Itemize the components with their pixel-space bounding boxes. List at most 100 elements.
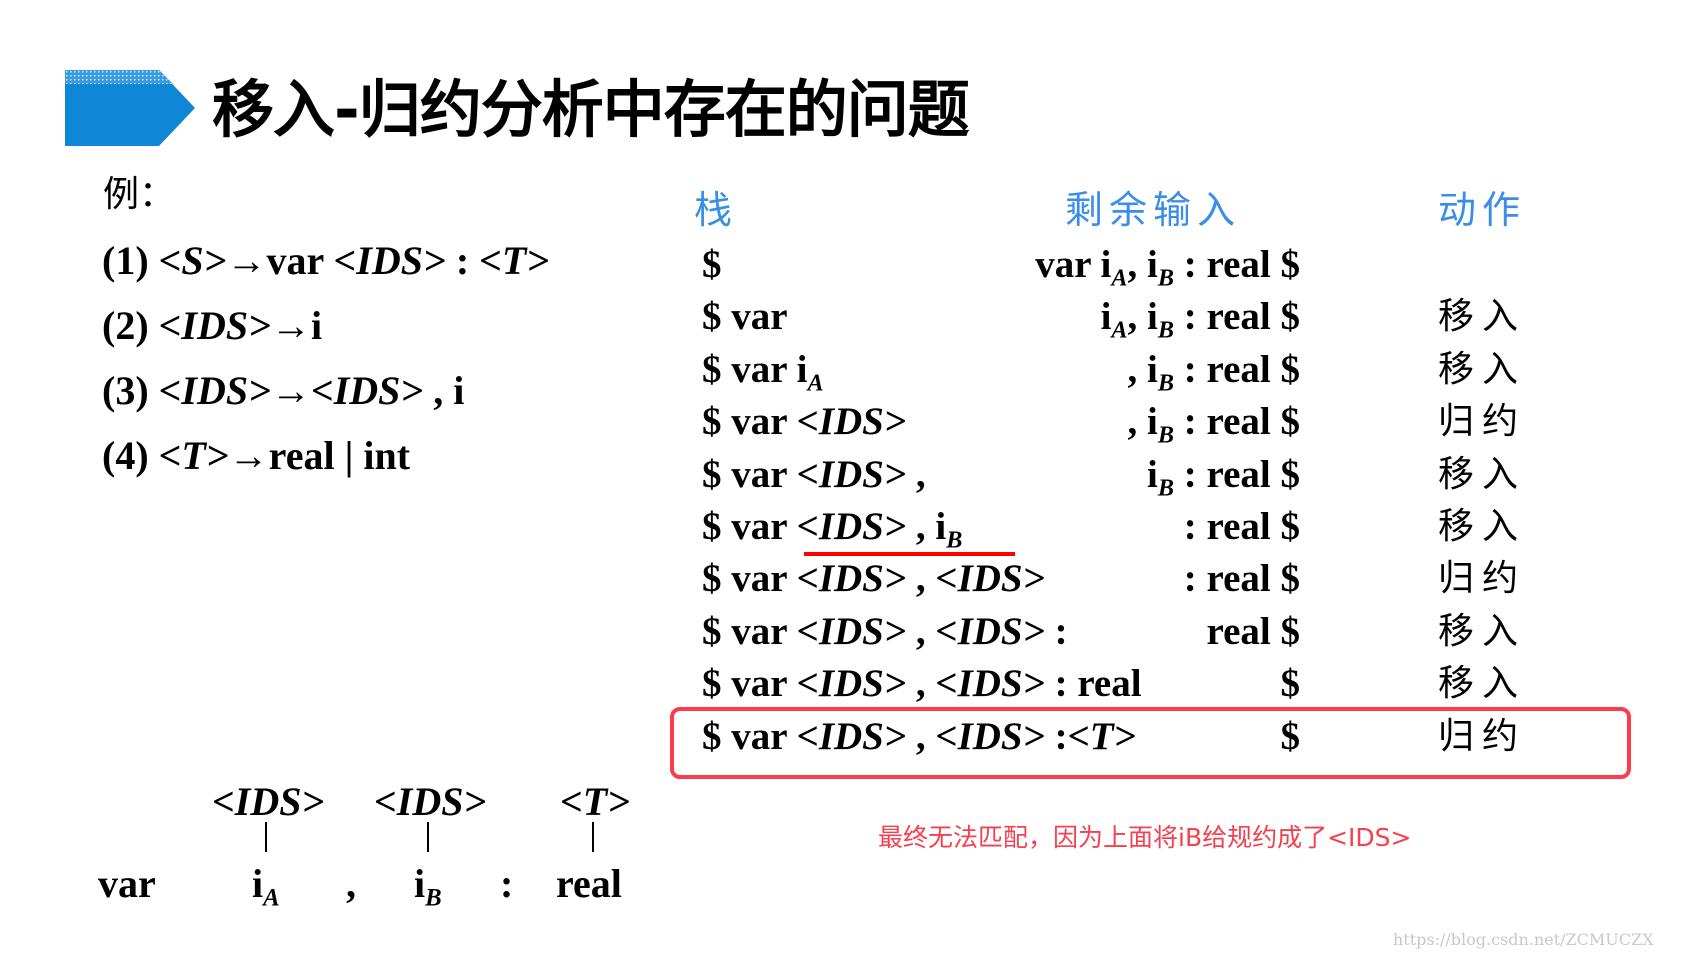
nonterminal: <T> — [158, 433, 229, 478]
action-cell: 移入 — [1438, 506, 1527, 547]
terminal-text: $ var — [702, 662, 797, 706]
terminal-text: : real $ — [1174, 243, 1300, 286]
grammar-rule: (3) <IDS>→<IDS> , i — [102, 366, 464, 416]
terminal-text: $ — [702, 243, 722, 286]
terminal-text: , i — [1127, 295, 1158, 339]
terminal-text: → — [270, 368, 311, 413]
subscript: B — [1157, 369, 1174, 397]
terminal-text: i — [310, 303, 323, 348]
terminal-text: (3) — [102, 368, 159, 413]
terminal-text: → — [270, 303, 311, 348]
stack-cell: $ var <IDS> , <IDS> — [702, 555, 1045, 603]
nonterminal: <IDS> — [796, 557, 907, 601]
action-cell: 移入 — [1438, 348, 1527, 390]
subscript: A — [1111, 264, 1128, 292]
nonterminal: <IDS> — [158, 303, 271, 348]
tree-edge — [592, 822, 594, 852]
stack-cell: $ var <IDS> , <IDS> : — [702, 608, 1068, 656]
terminal-text: $ var — [702, 609, 797, 653]
terminal-text: , i — [1127, 243, 1158, 286]
tree-leaf: , — [346, 860, 356, 908]
terminal-text: : real $ — [1183, 557, 1300, 601]
terminal-text: , i — [1127, 347, 1158, 391]
terminal-text: : — [500, 861, 514, 906]
action-cell: 移入 — [1438, 663, 1527, 705]
remaining-input-cell: : real $ — [1184, 503, 1300, 551]
terminal-text: var i — [1035, 243, 1112, 286]
stack-cell: $ var iA — [702, 346, 824, 397]
terminal-text: real — [556, 861, 622, 906]
terminal-text: $ var — [702, 557, 797, 601]
terminal-text: : — [445, 238, 480, 283]
terminal-text: var — [98, 861, 156, 906]
grammar-rule: (4) <T>→real | int — [102, 431, 410, 481]
nonterminal: <IDS> — [935, 557, 1045, 601]
annotation-note: 最终无法匹配，因为上面将iB给规约成了<IDS> — [878, 823, 1412, 852]
nonterminal: <IDS> — [935, 609, 1045, 653]
terminal-text: : real — [1044, 662, 1142, 706]
stack-cell: $ var <IDS> — [702, 398, 906, 446]
nonterminal: <T> — [479, 238, 550, 283]
action-cell: 移入 — [1438, 610, 1527, 652]
subscript: B — [1157, 474, 1174, 502]
terminal-text: $ var — [702, 452, 797, 496]
remaining-input-cell: , iB : real $ — [1127, 346, 1300, 397]
tree-leaf: iB — [414, 860, 442, 911]
tree-leaf: real — [556, 860, 622, 908]
subscript: A — [263, 884, 280, 912]
terminal-text: , i — [906, 505, 947, 548]
tree-leaf: var — [98, 860, 156, 908]
nonterminal: <IDS> — [796, 452, 907, 496]
terminal-text: i — [252, 861, 264, 906]
subscript: B — [946, 526, 963, 554]
tree-leaf: : — [500, 860, 513, 908]
subscript: A — [1111, 316, 1128, 344]
tree-edge — [427, 822, 429, 852]
terminal-text: , — [906, 609, 936, 653]
example-label: 例： — [103, 174, 176, 214]
terminal-text: var — [266, 238, 334, 283]
stack-cell: $ var <IDS> , iB — [702, 503, 963, 554]
header-action: 动作 — [1438, 188, 1527, 232]
action-cell: 移入 — [1438, 453, 1527, 495]
terminal-text: : real $ — [1174, 347, 1300, 391]
terminal-text: $ var — [702, 505, 797, 548]
title-arrow-icon — [65, 70, 195, 146]
header-stack: 栈 — [694, 188, 733, 232]
grammar-rule: (1) <S>→var <IDS> : <T> — [102, 236, 549, 286]
highlighted-row-box — [670, 707, 1631, 779]
terminal-text: : real $ — [1174, 295, 1300, 339]
subscript: A — [807, 369, 824, 397]
terminal-text: (2) — [102, 303, 159, 348]
subscript: B — [1157, 316, 1174, 344]
terminal-text: : real $ — [1174, 400, 1300, 444]
tree-nonterminal: <IDS> — [374, 779, 487, 824]
subscript: B — [425, 884, 442, 912]
nonterminal: <IDS> — [796, 609, 907, 653]
tree-nonterminal: <IDS> — [212, 779, 325, 824]
remaining-input-cell: : real $ — [1184, 555, 1300, 603]
terminal-text: → — [226, 238, 267, 283]
nonterminal: <S> — [158, 238, 227, 283]
subscript: B — [1157, 264, 1174, 292]
terminal-text: $ — [1280, 662, 1301, 706]
terminal-text: : — [1044, 609, 1068, 653]
terminal-text: $ var — [702, 295, 788, 339]
grammar-rule: (2) <IDS>→i — [102, 301, 322, 351]
nonterminal: <IDS> — [935, 662, 1045, 706]
watermark: https://blog.csdn.net/ZCMUCZX — [1393, 930, 1654, 949]
nonterminal: <IDS> — [796, 505, 907, 548]
action-cell: 移入 — [1438, 296, 1527, 338]
remaining-input-cell: iA, iB : real $ — [1101, 293, 1300, 344]
stack-cell: $ — [702, 241, 722, 289]
remaining-input-cell: , iB : real $ — [1128, 398, 1300, 447]
terminal-text: , — [906, 662, 936, 706]
terminal-text: , — [906, 452, 926, 496]
reduction-underline — [804, 552, 1015, 556]
terminal-text: real $ — [1206, 609, 1300, 653]
nonterminal: <IDS> — [310, 368, 424, 413]
remaining-input-cell: iB : real $ — [1147, 451, 1300, 502]
terminal-text: i — [1147, 452, 1158, 496]
terminal-text: $ var — [702, 400, 797, 444]
terminal-text: → — [228, 433, 269, 478]
